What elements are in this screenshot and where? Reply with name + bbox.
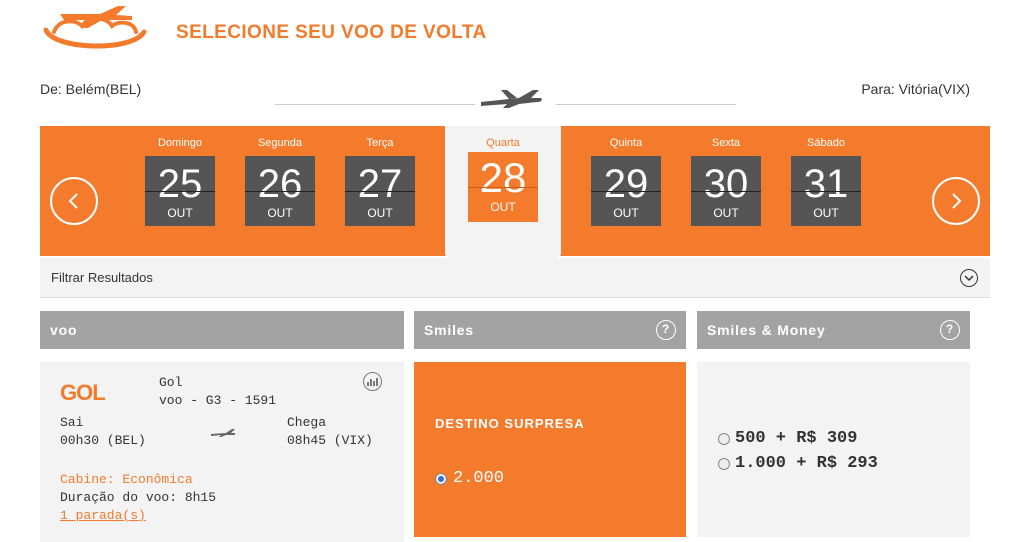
weekday-label: Terça [366,137,394,149]
chart-icon[interactable] [363,372,382,391]
help-icon[interactable]: ? [940,320,960,340]
weekday-label: Sexta [711,137,741,149]
column-header-label: voo [50,322,78,338]
filter-expand-button[interactable] [960,269,978,287]
month-label: OUT [713,206,739,220]
filter-results-bar[interactable]: Filtrar Resultados [40,258,990,298]
date-option-27[interactable]: Terça 27 OUT [345,126,415,226]
cabin-class: Cabine: Econômica [60,472,193,487]
fare-radio[interactable] [718,457,730,470]
day-number: 30 [703,162,749,206]
date-tile[interactable]: 28 OUT [468,152,538,222]
origin-label: De: Belém(BEL) [40,81,142,97]
month-label: OUT [613,206,639,220]
chevron-down-icon [964,275,974,282]
month-label: OUT [813,206,839,220]
filter-label: Filtrar Resultados [51,270,153,285]
month-label: OUT [367,206,393,220]
day-number: 26 [257,162,303,206]
column-header-smiles: Smiles ? [414,311,686,349]
flight-code: voo - G3 - 1591 [159,393,277,408]
day-number: 31 [803,162,849,206]
month-label: OUT [167,206,193,220]
previous-date-button[interactable] [50,177,98,225]
airplane-icon [211,429,235,437]
smiles-money-value: 500 + R$ 309 [735,429,858,448]
departure-time: 00h30 (BEL) [60,433,146,448]
smiles-money-value: 1.000 + R$ 293 [735,454,878,473]
smiles-money-option-2[interactable]: 1.000 + R$ 293 [718,454,878,473]
chevron-left-icon [68,193,78,209]
smiles-fare-option[interactable]: 2.000 [435,469,504,488]
weekday-label: Segunda [257,137,303,149]
airline-name: Gol [159,375,183,390]
day-number: 29 [603,162,649,206]
date-tile[interactable]: 26 OUT [245,156,315,226]
date-option-28-selected[interactable]: Quarta 28 OUT [445,126,561,264]
day-number: 25 [157,162,203,206]
date-option-31[interactable]: Sábado 31 OUT [791,126,861,226]
date-option-25[interactable]: Domingo 25 OUT [145,126,215,226]
date-option-30[interactable]: Sexta 30 OUT [691,126,761,226]
chevron-right-icon [952,193,962,209]
fare-radio[interactable] [718,432,730,445]
column-header-voo: voo [40,311,404,349]
airline-info: Gol voo - G3 - 1591 [159,374,276,410]
month-label: OUT [490,200,516,214]
date-option-26[interactable]: Segunda 26 OUT [245,126,315,226]
departure-label: Sai [60,415,84,430]
smiles-logo-icon [43,6,147,49]
weekday-label: Quinta [609,137,643,149]
date-tile[interactable]: 27 OUT [345,156,415,226]
date-carousel: Domingo 25 OUT Segunda 26 OUT Terça 27 O… [40,126,990,264]
smiles-fare-panel: DESTINO SURPRESA 2.000 [414,362,686,537]
stops-link[interactable]: 1 parada(s) [60,508,146,523]
weekday-label: Domingo [157,137,203,149]
fare-radio[interactable] [435,472,447,485]
weekday-label: Sábado [807,137,845,149]
column-header-smiles-money: Smiles & Money ? [697,311,970,349]
surprise-destination-label: DESTINO SURPRESA [435,416,585,431]
route-line-right [556,104,736,105]
day-number: 27 [357,162,403,206]
flight-duration: Duração do voo: 8h15 [60,490,217,505]
month-label: OUT [267,206,293,220]
next-date-button[interactable] [932,177,980,225]
smiles-money-panel: 500 + R$ 309 1.000 + R$ 293 [697,362,970,537]
route-line-left [275,104,475,105]
page-title: SELECIONE SEU VOO DE VOLTA [176,22,487,43]
date-tile[interactable]: 30 OUT [691,156,761,226]
arrival-label: Chega [287,415,327,430]
date-tile[interactable]: 31 OUT [791,156,861,226]
date-tile[interactable]: 25 OUT [145,156,215,226]
column-header-label: Smiles [424,322,474,338]
column-header-label: Smiles & Money [707,322,826,338]
date-tile[interactable]: 29 OUT [591,156,661,226]
day-number: 28 [479,154,527,201]
date-option-29[interactable]: Quinta 29 OUT [591,126,661,226]
miles-value: 2.000 [453,469,505,488]
airplane-icon [481,90,542,108]
destination-label: Para: Vitória(VIX) [861,81,970,97]
arrival-time: 08h45 (VIX) [287,433,373,448]
smiles-money-option-1[interactable]: 500 + R$ 309 [718,429,857,448]
gol-logo: GOL [60,380,106,405]
arrival-info: Chega 08h45 (VIX) [287,414,373,450]
flight-card: GOL Gol voo - G3 - 1591 Sai 00h30 (BEL) … [40,362,404,542]
departure-info: Sai 00h30 (BEL) [60,414,146,450]
help-icon[interactable]: ? [656,320,676,340]
weekday-label: Quarta [486,137,520,149]
